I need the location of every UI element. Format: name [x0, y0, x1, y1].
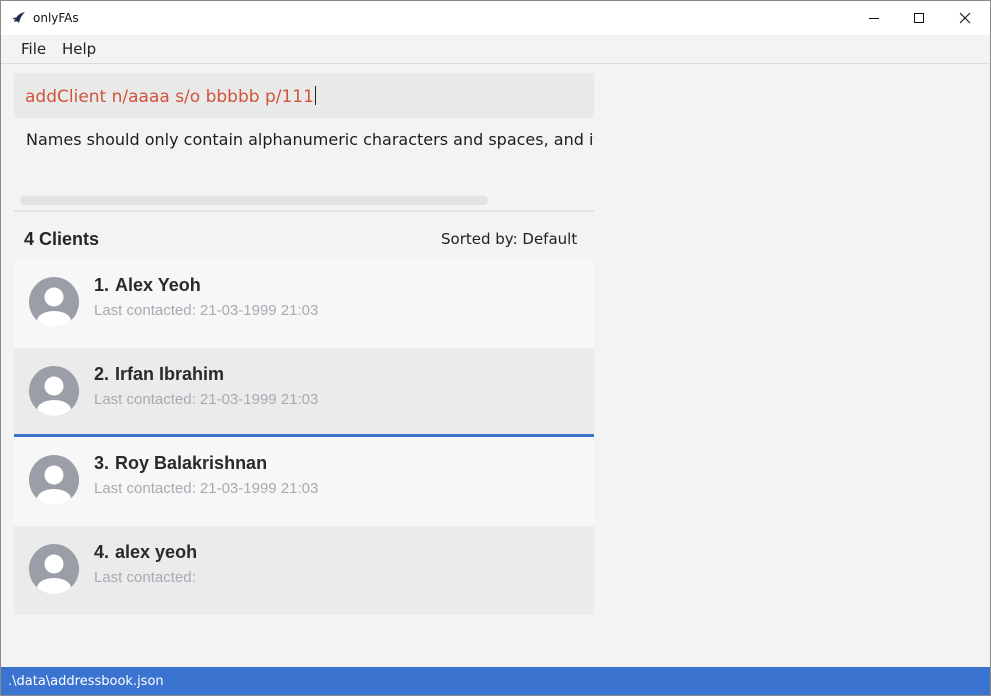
text-caret	[314, 86, 316, 105]
menu-divider	[1, 63, 990, 64]
status-bar: .\data\addressbook.json	[1, 667, 990, 695]
client-name-text: alex yeoh	[115, 542, 198, 562]
user-avatar-icon	[29, 544, 79, 594]
client-index: 2.	[94, 364, 110, 384]
client-name: 4. alex yeoh	[94, 542, 197, 563]
command-input[interactable]: addClient n/aaaa s/o bbbbb p/111	[14, 73, 594, 118]
client-name-text: Alex Yeoh	[115, 275, 201, 295]
client-card[interactable]: 4. alex yeoh Last contacted:	[14, 526, 594, 615]
close-icon	[959, 12, 971, 24]
client-last-contacted: Last contacted: 21-03-1999 21:03	[94, 302, 319, 319]
client-card[interactable]: 3. Roy Balakrishnan Last contacted: 21-03…	[14, 437, 594, 526]
client-card[interactable]: 2. Irfan Ibrahim Last contacted: 21-03-19…	[14, 348, 594, 437]
user-avatar-icon	[29, 366, 79, 416]
user-avatar-icon	[29, 455, 79, 505]
user-avatar-icon	[29, 277, 79, 327]
client-list[interactable]: 1. Alex Yeoh Last contacted: 21-03-1999 2…	[14, 259, 594, 615]
data-file-path: .\data\addressbook.json	[8, 674, 164, 689]
client-last-contacted: Last contacted:	[94, 569, 196, 586]
client-name: 3. Roy Balakrishnan	[94, 453, 267, 474]
maximize-button[interactable]	[896, 1, 942, 35]
result-message: Names should only contain alphanumeric c…	[26, 130, 594, 149]
window-title: onlyFAs	[33, 11, 79, 25]
client-index: 1.	[94, 275, 110, 295]
command-value: addClient n/aaaa s/o bbbbb p/111	[25, 87, 314, 107]
app-window: onlyFAs File Help addClient n/aaaa s/o b…	[0, 0, 991, 696]
section-divider	[14, 210, 594, 212]
minimize-button[interactable]	[851, 1, 897, 35]
title-bar[interactable]: onlyFAs	[1, 1, 990, 35]
client-name-text: Irfan Ibrahim	[115, 364, 225, 384]
client-last-contacted: Last contacted: 21-03-1999 21:03	[94, 480, 319, 497]
sort-label: Sorted by: Default	[441, 230, 578, 248]
minimize-icon	[869, 18, 879, 19]
client-name-text: Roy Balakrishnan	[115, 453, 268, 473]
client-count-label: 4 Clients	[24, 229, 100, 249]
client-name: 2. Irfan Ibrahim	[94, 364, 224, 385]
result-horizontal-scrollbar[interactable]	[20, 196, 488, 205]
close-button[interactable]	[942, 1, 988, 35]
menu-help[interactable]: Help	[62, 40, 96, 58]
menu-bar: File Help	[1, 35, 990, 63]
command-input-text[interactable]: addClient n/aaaa s/o bbbbb p/111	[25, 86, 316, 107]
client-name: 1. Alex Yeoh	[94, 275, 201, 296]
client-index: 4.	[94, 542, 110, 562]
menu-file[interactable]: File	[21, 40, 46, 58]
result-display[interactable]: Names should only contain alphanumeric c…	[14, 119, 594, 211]
app-logo-icon	[11, 10, 27, 26]
maximize-icon	[914, 13, 924, 23]
client-card[interactable]: 1. Alex Yeoh Last contacted: 21-03-1999 2…	[14, 259, 594, 348]
client-last-contacted: Last contacted: 21-03-1999 21:03	[94, 391, 319, 408]
client-index: 3.	[94, 453, 110, 473]
